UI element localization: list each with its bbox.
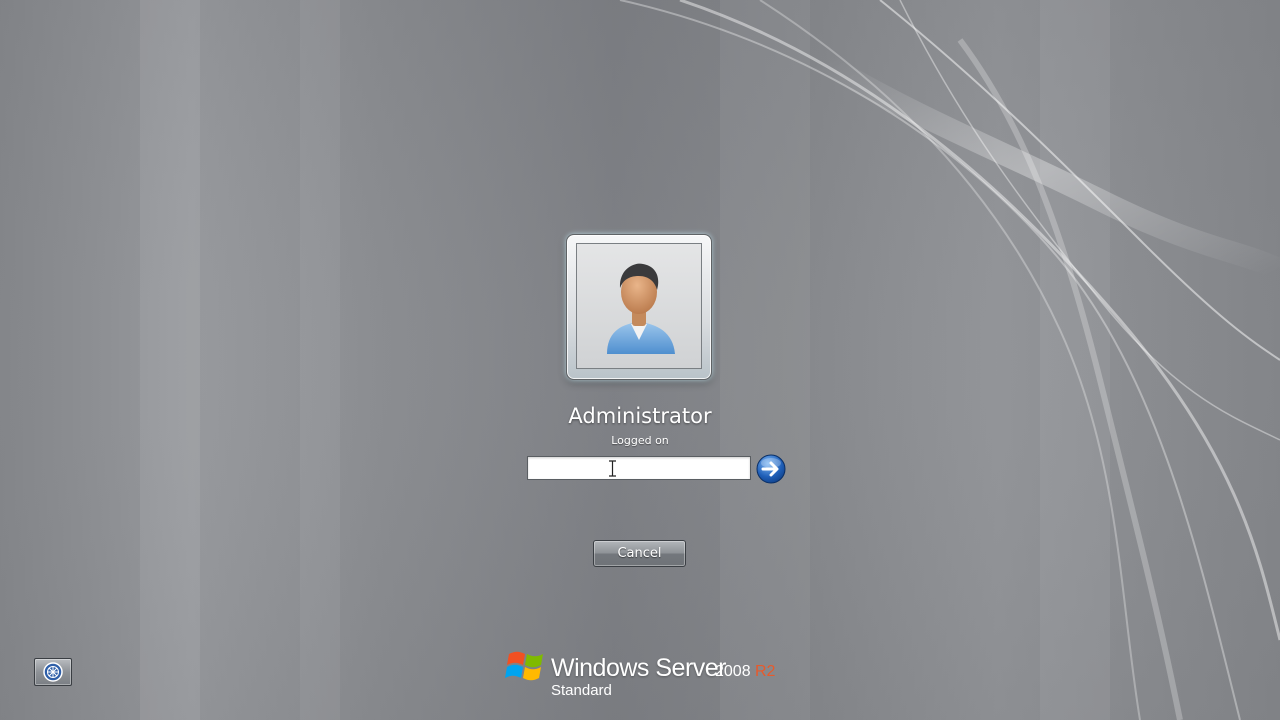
submit-button[interactable] <box>756 454 786 484</box>
product-version: 2008 <box>715 663 751 680</box>
user-avatar <box>576 243 702 369</box>
ease-of-access-button[interactable] <box>34 658 72 686</box>
product-name: Windows Server <box>551 654 727 682</box>
user-status: Logged on <box>611 434 669 447</box>
arrow-right-icon <box>756 454 786 484</box>
user-name: Administrator <box>568 404 712 428</box>
product-edition: Standard <box>551 682 612 699</box>
user-tile[interactable] <box>566 234 712 380</box>
product-release: R2 <box>755 663 776 680</box>
user-silhouette-icon <box>607 263 675 354</box>
windows-server-branding: Windows Server 2008 R2 Standard <box>505 644 805 704</box>
password-input[interactable] <box>527 456 751 480</box>
cancel-button[interactable]: Cancel <box>593 540 686 567</box>
ease-of-access-icon <box>43 662 63 682</box>
windows-flag-icon <box>505 651 543 681</box>
